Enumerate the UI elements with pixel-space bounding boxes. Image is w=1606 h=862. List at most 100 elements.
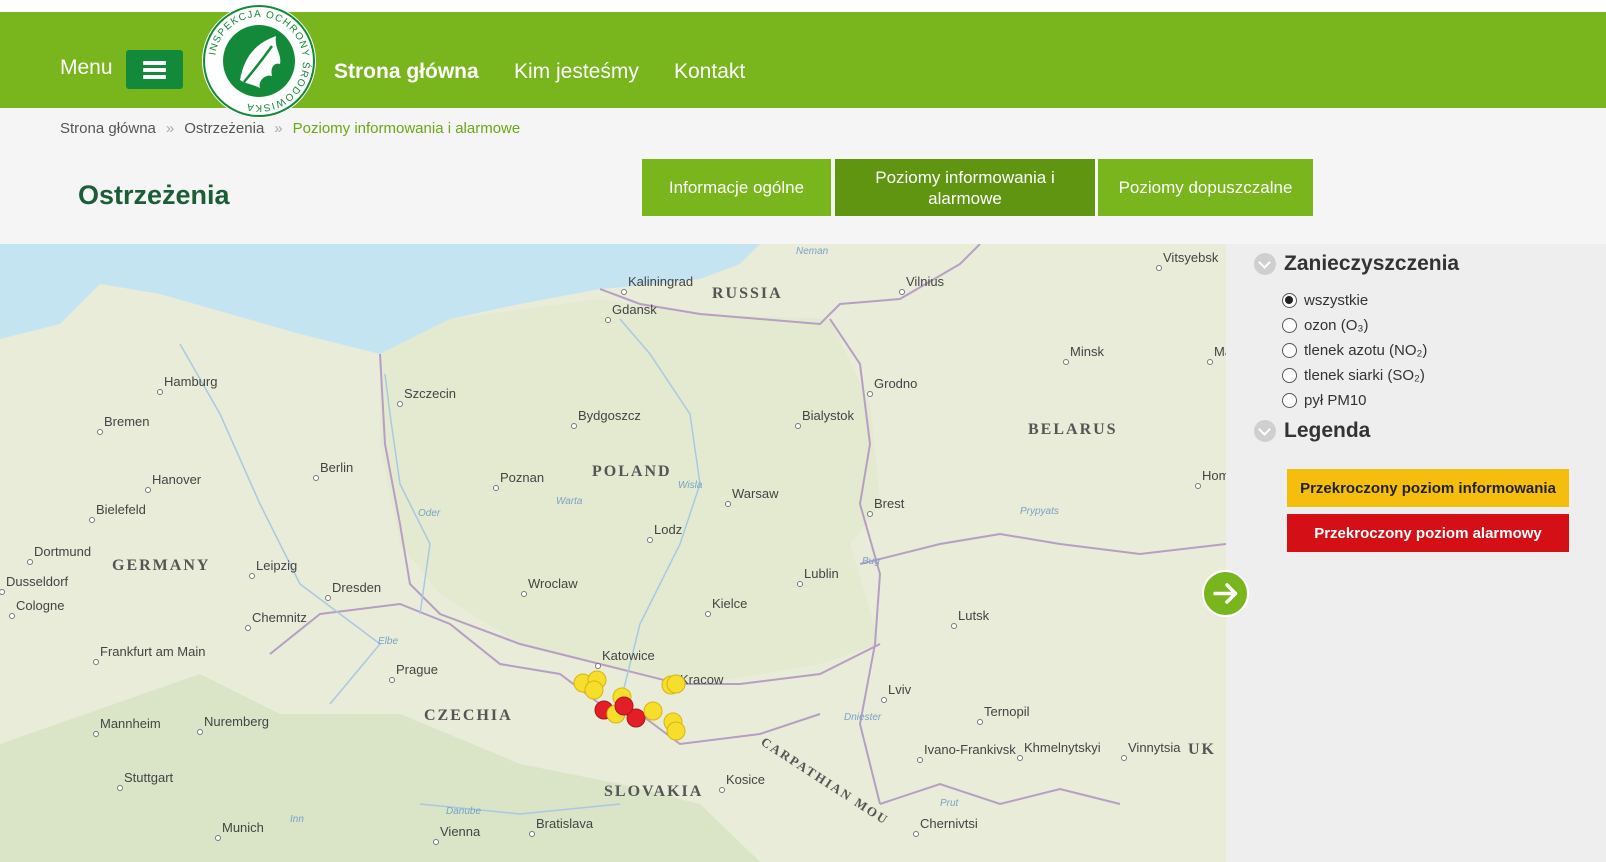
nav-home-link[interactable]: Strona główna xyxy=(334,60,479,84)
water-label: Prut xyxy=(940,798,960,809)
alarm-station-marker[interactable] xyxy=(614,696,634,716)
city-label: Cologne xyxy=(16,598,64,613)
city-dot xyxy=(605,317,611,323)
city-dot xyxy=(197,729,203,735)
city-dot xyxy=(529,831,535,837)
city-label: Vinnytsia xyxy=(1128,740,1181,755)
water-label: Neman xyxy=(796,246,829,257)
city-dot xyxy=(917,757,923,763)
city-dot xyxy=(0,589,5,595)
water-label: Prypyats xyxy=(1020,506,1059,517)
city-dot xyxy=(705,611,711,617)
city-label: Mahilyo xyxy=(1214,344,1226,359)
city-dot xyxy=(1195,483,1201,489)
city-dot xyxy=(493,485,499,491)
pollutants-title: Zanieczyszczenia xyxy=(1284,252,1460,275)
city-label: Prague xyxy=(396,662,438,677)
city-dot xyxy=(867,511,873,517)
city-dot xyxy=(145,487,151,493)
filter-label: pył PM10 xyxy=(1304,392,1367,409)
tab-info-alarm-levels[interactable]: Poziomy informowania i alarmowe xyxy=(835,159,1095,216)
city-label: Berlin xyxy=(320,460,353,475)
city-dot xyxy=(647,537,653,543)
water-label: Bug xyxy=(862,556,880,567)
city-label: Szczecin xyxy=(404,386,456,401)
city-dot xyxy=(245,625,251,631)
filter-label: tlenek siarki (SO₂) xyxy=(1304,367,1425,384)
country-label: POLAND xyxy=(592,463,672,480)
city-dot xyxy=(325,595,331,601)
breadcrumb-home-link[interactable]: Strona główna xyxy=(60,120,156,137)
city-label: Nuremberg xyxy=(204,714,269,729)
city-label: Ternopil xyxy=(984,704,1030,719)
pollutants-section-header[interactable]: Zanieczyszczenia xyxy=(1254,252,1459,276)
nav-contact-link[interactable]: Kontakt xyxy=(674,60,745,84)
city-dot xyxy=(571,423,577,429)
radio-button[interactable] xyxy=(1282,343,1297,358)
hamburger-menu-button[interactable] xyxy=(126,50,183,89)
nav-about-link[interactable]: Kim jesteśmy xyxy=(514,60,639,84)
city-dot xyxy=(913,831,919,837)
filter-pm10[interactable]: pył PM10 xyxy=(1282,392,1367,409)
city-label: Kosice xyxy=(726,772,765,787)
city-label: Dusseldorf xyxy=(6,574,69,589)
info-station-marker[interactable] xyxy=(666,674,686,694)
city-dot xyxy=(89,517,95,523)
info-station-marker[interactable] xyxy=(584,680,604,700)
filter-ozone[interactable]: ozon (O₃) xyxy=(1282,317,1368,334)
city-dot xyxy=(117,785,123,791)
breadcrumb-warnings-link[interactable]: Ostrzeżenia xyxy=(184,120,264,137)
city-label: Wroclaw xyxy=(528,576,578,591)
city-label: Grodno xyxy=(874,376,917,391)
city-dot xyxy=(157,389,163,395)
city-dot xyxy=(1156,265,1162,271)
city-label: Warsaw xyxy=(732,486,779,501)
warnings-map[interactable]: Kaliningrad Gdansk Vilnius Vitsyebsk Hamburg… xyxy=(0,244,1226,862)
city-dot xyxy=(977,719,983,725)
info-station-marker[interactable] xyxy=(666,721,686,741)
city-label: Bratislava xyxy=(536,816,594,831)
city-label: Khmelnytskyi xyxy=(1024,740,1101,755)
info-station-marker[interactable] xyxy=(643,701,663,721)
filter-all[interactable]: wszystkie xyxy=(1282,292,1368,309)
city-dot xyxy=(881,697,887,703)
city-label: Bielefeld xyxy=(96,502,146,517)
city-label: Kielce xyxy=(712,596,747,611)
breadcrumb: Strona główna » Ostrzeżenia » Poziomy in… xyxy=(60,120,520,137)
city-dot xyxy=(867,391,873,397)
filter-label: tlenek azotu (NO₂) xyxy=(1304,342,1428,359)
city-dot xyxy=(521,591,527,597)
city-dot xyxy=(313,475,319,481)
arrow-right-icon[interactable] xyxy=(1202,570,1249,617)
city-dot xyxy=(9,613,15,619)
city-label: Kracow xyxy=(680,672,724,687)
city-dot xyxy=(719,787,725,793)
city-label: Munich xyxy=(222,820,264,835)
tab-general-info[interactable]: Informacje ogólne xyxy=(642,159,831,216)
city-label: Lublin xyxy=(804,566,839,581)
radio-button[interactable] xyxy=(1282,318,1297,333)
city-label: Frankfurt am Main xyxy=(100,644,205,659)
city-label: Brest xyxy=(874,496,905,511)
water-label: Danube xyxy=(446,806,481,817)
city-dot xyxy=(27,559,33,565)
gios-logo[interactable]: INSPEKCJA OCHRONY ŚRODOWISKA xyxy=(200,2,318,120)
filter-no2[interactable]: tlenek azotu (NO₂) xyxy=(1282,342,1427,359)
legend-section-header[interactable]: Legenda xyxy=(1254,419,1370,443)
filter-so2[interactable]: tlenek siarki (SO₂) xyxy=(1282,367,1425,384)
tab-permissible-levels[interactable]: Poziomy dopuszczalne xyxy=(1098,159,1313,216)
country-label: SLOVAKIA xyxy=(604,783,703,800)
city-label: Leipzig xyxy=(256,558,297,573)
radio-button[interactable] xyxy=(1282,368,1297,383)
city-label: Hom xyxy=(1202,468,1226,483)
city-label: Chemnitz xyxy=(252,610,307,625)
city-label: Hanover xyxy=(152,472,202,487)
water-label: Inn xyxy=(290,814,304,825)
city-dot xyxy=(1121,755,1127,761)
city-dot xyxy=(797,581,803,587)
radio-button[interactable] xyxy=(1282,293,1297,308)
city-label: Bydgoszcz xyxy=(578,408,641,423)
radio-button[interactable] xyxy=(1282,393,1297,408)
city-label: Dresden xyxy=(332,580,381,595)
city-dot xyxy=(249,573,255,579)
